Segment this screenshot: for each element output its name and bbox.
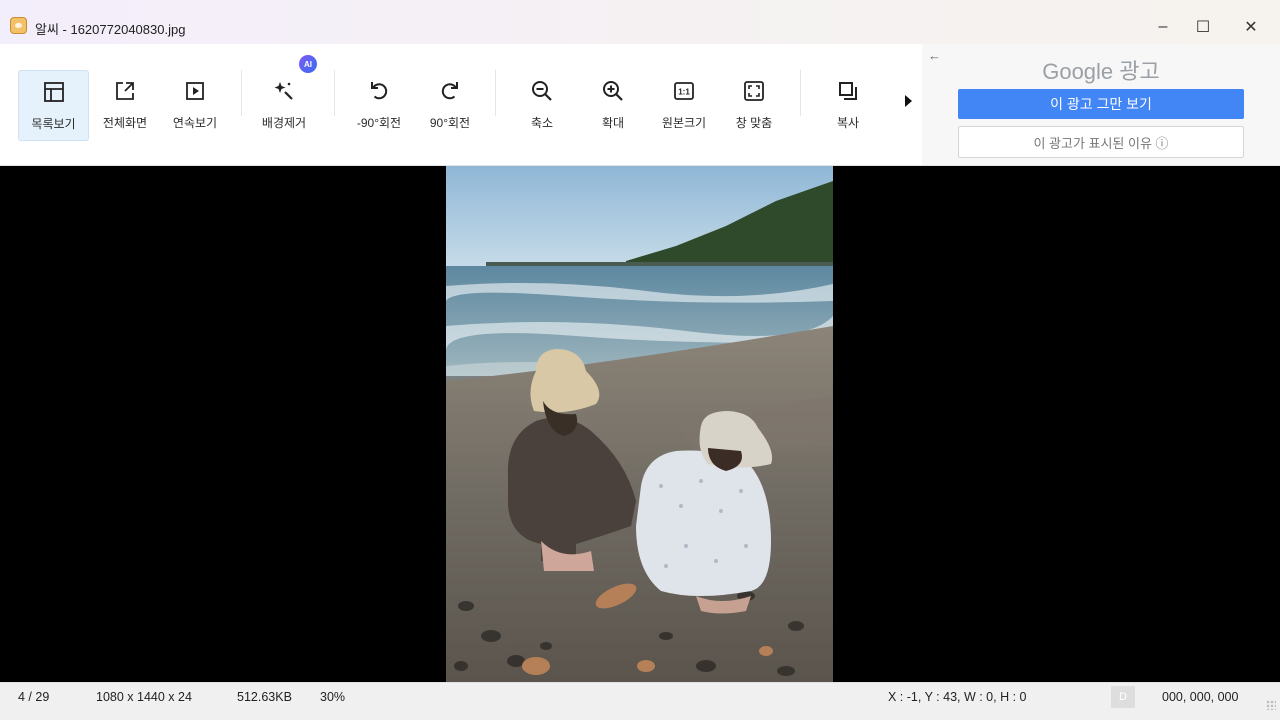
svg-text:1:1: 1:1 <box>678 88 690 97</box>
rotate-left-button[interactable]: -90°회전 <box>346 70 412 141</box>
toolbar-more-arrow-icon[interactable] <box>905 95 912 107</box>
list-view-button[interactable]: 목록보기 <box>18 70 89 141</box>
play-icon <box>180 76 210 106</box>
ad-brand-label: Google 광고 <box>1042 59 1160 84</box>
remove-background-label: 배경제거 <box>261 116 307 130</box>
cursor-coordinates: X : -1, Y : 43, W : 0, H : 0 <box>888 690 1027 704</box>
original-size-label: 원본크기 <box>661 116 707 130</box>
copy-label: 복사 <box>836 116 860 130</box>
rgb-value: 000, 000, 000 <box>1162 690 1239 704</box>
image-viewer[interactable] <box>0 166 1280 682</box>
zoom-out-icon <box>527 76 557 106</box>
status-bar: 4 / 29 1080 x 1440 x 24 512.63KB 30% X :… <box>0 682 1280 720</box>
fit-window-button[interactable]: 창 맞춤 <box>724 70 784 141</box>
list-view-label: 목록보기 <box>31 117 76 131</box>
remove-background-button[interactable]: 배경제거 <box>253 70 315 141</box>
slideshow-label: 연속보기 <box>172 116 218 130</box>
zoom-out-label: 축소 <box>530 116 554 130</box>
toolbar-divider <box>800 70 801 116</box>
original-size-button[interactable]: 1:1 원본크기 <box>652 70 716 141</box>
ad-panel: ← Google 광고 이 광고 그만 보기 이 광고가 표시된 이유 ⓘ <box>922 44 1280 165</box>
copy-button[interactable]: 복사 <box>818 70 878 141</box>
app-window: 알씨 - 1620772040830.jpg – ☐ ✕ 목록보기 전체화면 연… <box>0 0 1280 720</box>
image-index: 4 / 29 <box>18 690 50 704</box>
file-size: 512.63KB <box>237 690 292 704</box>
fit-frame-icon <box>739 76 769 106</box>
window-title: 알씨 - 1620772040830.jpg <box>35 22 186 37</box>
magic-wand-icon <box>269 76 299 106</box>
image-dimensions: 1080 x 1440 x 24 <box>96 690 192 704</box>
ai-badge: AI <box>299 55 317 73</box>
app-logo-icon <box>10 17 27 34</box>
toolbar-divider <box>241 70 242 116</box>
photo-image <box>446 166 833 682</box>
zoom-level: 30% <box>320 690 346 704</box>
maximize-button[interactable]: ☐ <box>1180 10 1226 44</box>
rotate-cw-icon <box>435 76 465 106</box>
why-ad-button[interactable]: 이 광고가 표시된 이유 ⓘ <box>958 126 1244 158</box>
zoom-in-label: 확대 <box>601 116 625 130</box>
resize-grip-icon[interactable] <box>1266 700 1276 710</box>
close-button[interactable]: ✕ <box>1228 10 1274 44</box>
zoom-out-button[interactable]: 축소 <box>512 70 572 141</box>
one-to-one-icon: 1:1 <box>669 76 699 106</box>
rotate-ccw-icon <box>364 76 394 106</box>
d-indicator: D <box>1111 686 1135 708</box>
copy-icon <box>833 76 863 106</box>
toolbar-divider <box>495 70 496 116</box>
rotate-right-button[interactable]: 90°회전 <box>418 70 482 141</box>
zoom-in-icon <box>598 76 628 106</box>
slideshow-button[interactable]: 연속보기 <box>164 70 226 141</box>
fullscreen-label: 전체화면 <box>102 116 148 130</box>
zoom-in-button[interactable]: 확대 <box>583 70 643 141</box>
title-bar: 알씨 - 1620772040830.jpg – ☐ ✕ <box>0 0 1280 44</box>
fullscreen-button[interactable]: 전체화면 <box>94 70 156 141</box>
rotate-right-label: 90°회전 <box>429 116 471 130</box>
external-window-icon <box>110 76 140 106</box>
rotate-left-label: -90°회전 <box>356 116 402 130</box>
toolbar-divider <box>334 70 335 116</box>
fit-window-label: 창 맞춤 <box>735 116 773 130</box>
stop-ad-button[interactable]: 이 광고 그만 보기 <box>958 89 1244 119</box>
layout-icon <box>39 77 69 107</box>
